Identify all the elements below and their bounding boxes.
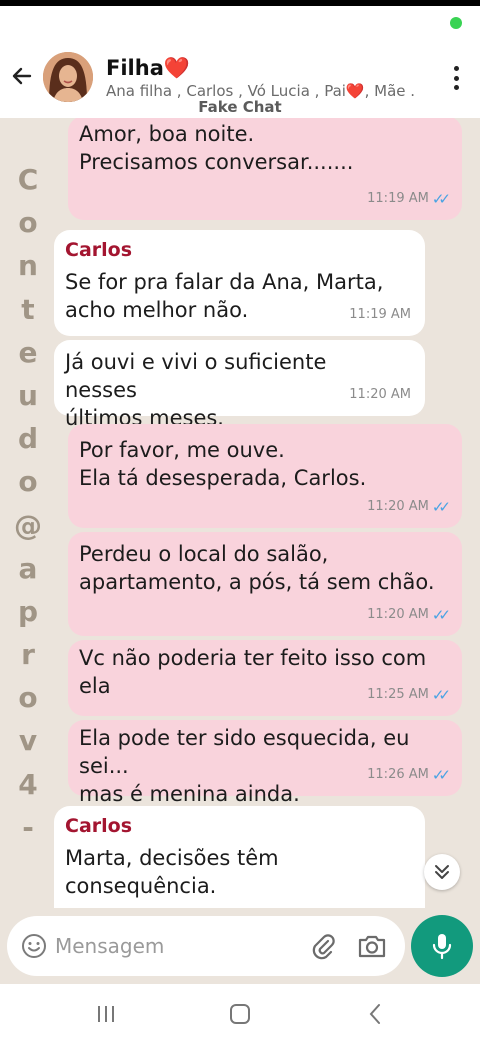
- message-text: Marta, decisões têm consequência.: [65, 846, 279, 898]
- message-bubble[interactable]: Amor, boa noite. Precisamos conversar...…: [68, 118, 462, 220]
- watermark-letter: v: [18, 724, 38, 758]
- read-ticks-icon: ✓✓: [431, 190, 451, 208]
- watermark-letter: @: [14, 508, 42, 542]
- message-time: 11:20 AM: [367, 607, 429, 622]
- message-time: 11:20 AM: [349, 387, 411, 402]
- watermark-letter: -: [22, 810, 34, 844]
- message-time: 11:19 AM: [349, 307, 411, 322]
- mic-button[interactable]: [411, 915, 473, 977]
- read-ticks-icon: ✓✓: [431, 498, 451, 516]
- message-time: 11:25 AM: [367, 687, 429, 702]
- arrow-left-icon: [12, 67, 32, 85]
- watermark-letter: o: [18, 681, 38, 715]
- message-input[interactable]: [55, 930, 295, 962]
- message-bubble[interactable]: Carlos Marta, decisões têm consequência.: [54, 806, 425, 908]
- system-nav-bar: [0, 984, 480, 1046]
- message-bubble[interactable]: Já ouvi e vivi o suficiente nesses últim…: [54, 340, 425, 430]
- message-time: 11:20 AM: [367, 499, 429, 514]
- watermark-letter: t: [21, 292, 35, 326]
- message-bubble[interactable]: Vc não poderia ter feito isso com ela 11…: [68, 640, 462, 716]
- scroll-to-bottom-button[interactable]: [424, 854, 460, 890]
- watermark-letter: r: [21, 638, 35, 672]
- watermark-letter: o: [18, 465, 38, 499]
- message-time: 11:19 AM: [367, 191, 429, 206]
- message-text: Por favor, me ouve. Ela tá desesperada, …: [79, 438, 367, 490]
- message-time: 11:26 AM: [367, 767, 429, 782]
- camera-icon[interactable]: [357, 932, 387, 960]
- watermark-letter: n: [18, 249, 38, 283]
- message-meta: 11:19 AM: [349, 301, 411, 329]
- message-bubble[interactable]: Perdeu o local do salão, apartamento, a …: [68, 532, 462, 636]
- chat-title[interactable]: Filha❤️: [106, 56, 190, 81]
- watermark-letter: C: [17, 163, 39, 196]
- watermark-letter: p: [17, 594, 39, 628]
- home-icon[interactable]: [229, 1003, 251, 1025]
- watermark-letter: a: [18, 551, 38, 585]
- watermark-letter: o: [18, 206, 38, 240]
- message-bubble[interactable]: Carlos Se for pra falar da Ana, Marta, a…: [54, 230, 425, 336]
- status-bar: [0, 6, 480, 46]
- mic-icon: [432, 934, 452, 960]
- fake-chat-label: Fake Chat: [198, 98, 282, 116]
- message-bubble[interactable]: Por favor, me ouve. Ela tá desesperada, …: [68, 424, 462, 528]
- avatar[interactable]: [43, 52, 93, 102]
- camera-indicator-dot: [450, 17, 462, 29]
- chat-header: Filha❤️ Ana filha , Carlos , Vó Lucia , …: [0, 46, 480, 118]
- emoji-icon[interactable]: [21, 933, 47, 959]
- message-text: Perdeu o local do salão, apartamento, a …: [79, 542, 435, 594]
- composer-field[interactable]: [7, 916, 405, 976]
- sender-name: Carlos: [65, 239, 133, 261]
- back-button[interactable]: [8, 62, 36, 90]
- message-text: Amor, boa noite. Precisamos conversar...…: [79, 122, 354, 174]
- watermark-letter: 4: [18, 767, 38, 801]
- message-meta: 11:26 AM ✓✓: [367, 761, 451, 789]
- watermark-letter: e: [18, 335, 38, 369]
- message-meta: 11:20 AM ✓✓: [367, 493, 451, 521]
- message-meta: 11:19 AM ✓✓: [367, 185, 451, 213]
- read-ticks-icon: ✓✓: [431, 606, 451, 624]
- watermark-letter: d: [17, 422, 39, 456]
- sender-name: Carlos: [65, 815, 133, 837]
- read-ticks-icon: ✓✓: [431, 686, 451, 704]
- back-nav-icon[interactable]: [367, 1002, 383, 1026]
- composer-bar: [0, 908, 480, 984]
- watermark: Co n t e u d o @ a p r o v 4-: [14, 158, 42, 849]
- message-meta: 11:25 AM ✓✓: [367, 681, 451, 709]
- message-meta: 11:20 AM: [349, 381, 411, 409]
- chat-area[interactable]: Co n t e u d o @ a p r o v 4- Amor, boa noite. Precis…: [0, 118, 480, 908]
- paperclip-icon[interactable]: [309, 932, 337, 960]
- message-bubble[interactable]: Ela pode ter sido esquecida, eu sei... m…: [68, 720, 462, 806]
- watermark-letter: u: [18, 378, 38, 412]
- read-ticks-icon: ✓✓: [431, 766, 451, 784]
- double-chevron-down-icon: [435, 865, 449, 879]
- more-vertical-icon: [453, 66, 459, 71]
- recents-icon[interactable]: [96, 1004, 116, 1024]
- more-options-button[interactable]: [452, 66, 460, 90]
- message-meta: 11:20 AM ✓✓: [367, 601, 451, 629]
- avatar-image: [43, 52, 93, 102]
